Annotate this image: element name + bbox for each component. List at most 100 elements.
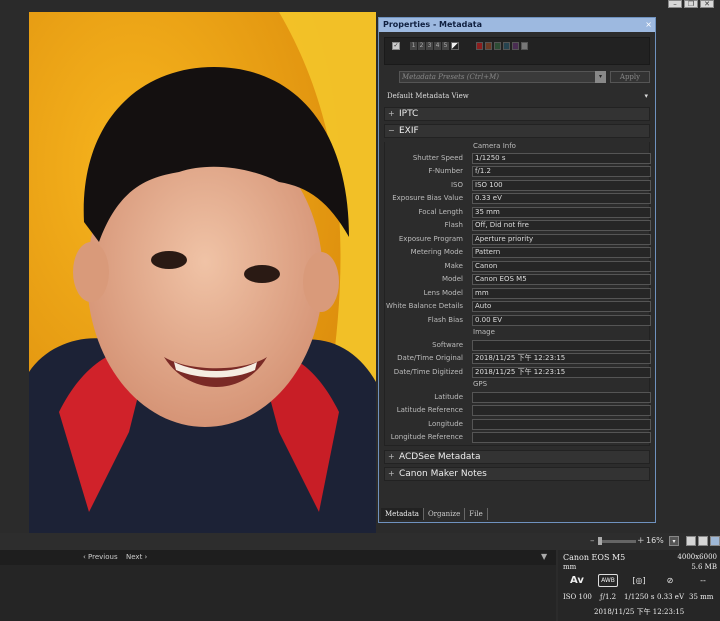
photo-viewer-image[interactable]: [29, 12, 376, 533]
datetime-digitized-field[interactable]: 2018/11/25 下午 12:23:15: [472, 367, 651, 378]
next-button[interactable]: Next ›: [126, 553, 147, 561]
info-exposure-bias: 0.33 eV: [657, 593, 685, 601]
tag-checkbox[interactable]: ✓: [392, 42, 400, 50]
field-label: Lens Model: [423, 289, 463, 297]
chevron-down-icon[interactable]: ▾: [595, 71, 606, 83]
section-acdsee-label: ACDSee Metadata: [399, 452, 481, 462]
latitude-field[interactable]: [472, 392, 651, 403]
color-label-green[interactable]: [494, 42, 501, 50]
zoom-out-icon[interactable]: –: [590, 536, 595, 546]
info-aperture: ƒ/1.2: [600, 593, 617, 601]
minimize-button[interactable]: –: [668, 0, 682, 8]
field-label: Model: [441, 275, 463, 283]
info-iso: ISO 100: [563, 593, 592, 601]
make-field[interactable]: Canon: [472, 261, 651, 272]
color-label-gray[interactable]: [521, 42, 528, 50]
exposure-bias-field[interactable]: 0.33 eV: [472, 193, 651, 204]
longitude-reference-field[interactable]: [472, 432, 651, 443]
tab-metadata[interactable]: Metadata: [381, 508, 424, 520]
field-label: F-Number: [428, 167, 463, 175]
zoom-slider-handle[interactable]: [598, 537, 602, 545]
auto-white-balance-icon: AWB: [598, 574, 618, 587]
field-label: Software: [432, 341, 463, 349]
subsection-image: Image: [473, 328, 495, 336]
tab-organize[interactable]: Organize: [424, 508, 466, 520]
restore-button[interactable]: ❐: [684, 0, 698, 8]
lens-model-field[interactable]: mm: [472, 288, 651, 299]
shutter-speed-field[interactable]: 1/1250 s: [472, 153, 651, 164]
previous-button[interactable]: ‹ Previous: [83, 553, 118, 561]
longitude-field[interactable]: [472, 419, 651, 430]
field-label: Latitude: [434, 393, 463, 401]
properties-tabs: Metadata Organize File: [381, 508, 488, 520]
color-label-blue[interactable]: [503, 42, 510, 50]
field-label: Make: [444, 262, 463, 270]
image-dimensions: 4000x6000: [677, 553, 717, 561]
field-label: Exposure Program: [398, 235, 463, 243]
rating-3-button[interactable]: 3: [426, 42, 433, 50]
field-label: Longitude Reference: [390, 433, 463, 441]
color-labels: [476, 42, 528, 50]
navigation-bar: ‹ Previous Next › ▼: [0, 550, 556, 565]
drive-mode-indicator: --: [700, 576, 706, 585]
rating-color-box: ✓ 1 2 3 4 5: [384, 37, 650, 65]
metadata-view-select[interactable]: Default Metadata View ▾: [384, 89, 650, 103]
metering-mode-field[interactable]: Pattern: [472, 247, 651, 258]
section-canon-maker-notes[interactable]: + Canon Maker Notes: [384, 467, 650, 481]
rating-4-button[interactable]: 4: [434, 42, 441, 50]
filmstrip-toggle-icon[interactable]: ▼: [541, 552, 547, 561]
field-label: ISO: [450, 181, 463, 189]
section-iptc[interactable]: + IPTC: [384, 107, 650, 121]
color-label-red[interactable]: [476, 42, 483, 50]
metadata-presets-dropdown[interactable]: Metadata Presets (Ctrl+M): [399, 71, 605, 83]
color-label-purple[interactable]: [512, 42, 519, 50]
software-field[interactable]: [472, 340, 651, 351]
subsection-camera-info: Camera Info: [473, 142, 516, 150]
apply-button[interactable]: Apply: [610, 71, 650, 83]
rating-2-button[interactable]: 2: [418, 42, 425, 50]
flash-field[interactable]: Off, Did not fire: [472, 220, 651, 231]
model-field[interactable]: Canon EOS M5: [472, 274, 651, 285]
info-datetime: 2018/11/25 下午 12:23:15: [594, 608, 685, 616]
properties-metadata-panel: Properties - Metadata × ✓ 1 2 3 4 5 Meta…: [378, 17, 656, 523]
expand-icon: +: [388, 469, 395, 478]
chevron-down-icon[interactable]: ▾: [644, 89, 648, 103]
clear-rating-icon[interactable]: [451, 42, 459, 50]
tab-file[interactable]: File: [465, 508, 488, 520]
fit-view-icon[interactable]: [686, 536, 696, 546]
iso-field[interactable]: ISO 100: [472, 180, 651, 191]
field-label: Shutter Speed: [412, 154, 463, 162]
collapse-icon: −: [388, 126, 395, 135]
color-label-orange[interactable]: [485, 42, 492, 50]
section-iptc-label: IPTC: [399, 109, 419, 119]
exposure-program-field[interactable]: Aperture priority: [472, 234, 651, 245]
rating-5-button[interactable]: 5: [442, 42, 449, 50]
datetime-original-field[interactable]: 2018/11/25 下午 12:23:15: [472, 353, 651, 364]
zoom-in-icon[interactable]: +: [637, 536, 645, 546]
flash-off-icon: ⊘: [666, 576, 674, 585]
aperture-priority-icon: Av: [570, 575, 584, 586]
zoom-toolbar: – + 16% ▾: [0, 533, 720, 550]
latitude-reference-field[interactable]: [472, 405, 651, 416]
window-title-bar: – ❐ ✕: [0, 0, 720, 10]
zoom-slider[interactable]: [598, 540, 636, 543]
field-label: Flash: [444, 221, 463, 229]
field-label: Exposure Bias Value: [392, 194, 463, 202]
subsection-gps: GPS: [473, 380, 488, 388]
lens-info: mm: [563, 563, 577, 571]
close-window-button[interactable]: ✕: [700, 0, 714, 8]
flash-bias-field[interactable]: 0.00 EV: [472, 315, 651, 326]
expand-icon: +: [388, 452, 395, 461]
section-exif[interactable]: − EXIF: [384, 124, 650, 138]
rating-1-button[interactable]: 1: [410, 42, 417, 50]
focal-length-field[interactable]: 35 mm: [472, 207, 651, 218]
panel-close-icon[interactable]: ×: [645, 18, 652, 32]
actual-size-icon[interactable]: [698, 536, 708, 546]
zoom-dropdown-icon[interactable]: ▾: [669, 536, 679, 546]
info-focal-length: 35 mm: [689, 593, 714, 601]
white-balance-field[interactable]: Auto: [472, 301, 651, 312]
section-acdsee-metadata[interactable]: + ACDSee Metadata: [384, 450, 650, 464]
pan-tool-icon[interactable]: [710, 536, 720, 546]
f-number-field[interactable]: f/1.2: [472, 166, 651, 177]
panel-title: Properties - Metadata: [383, 20, 483, 29]
